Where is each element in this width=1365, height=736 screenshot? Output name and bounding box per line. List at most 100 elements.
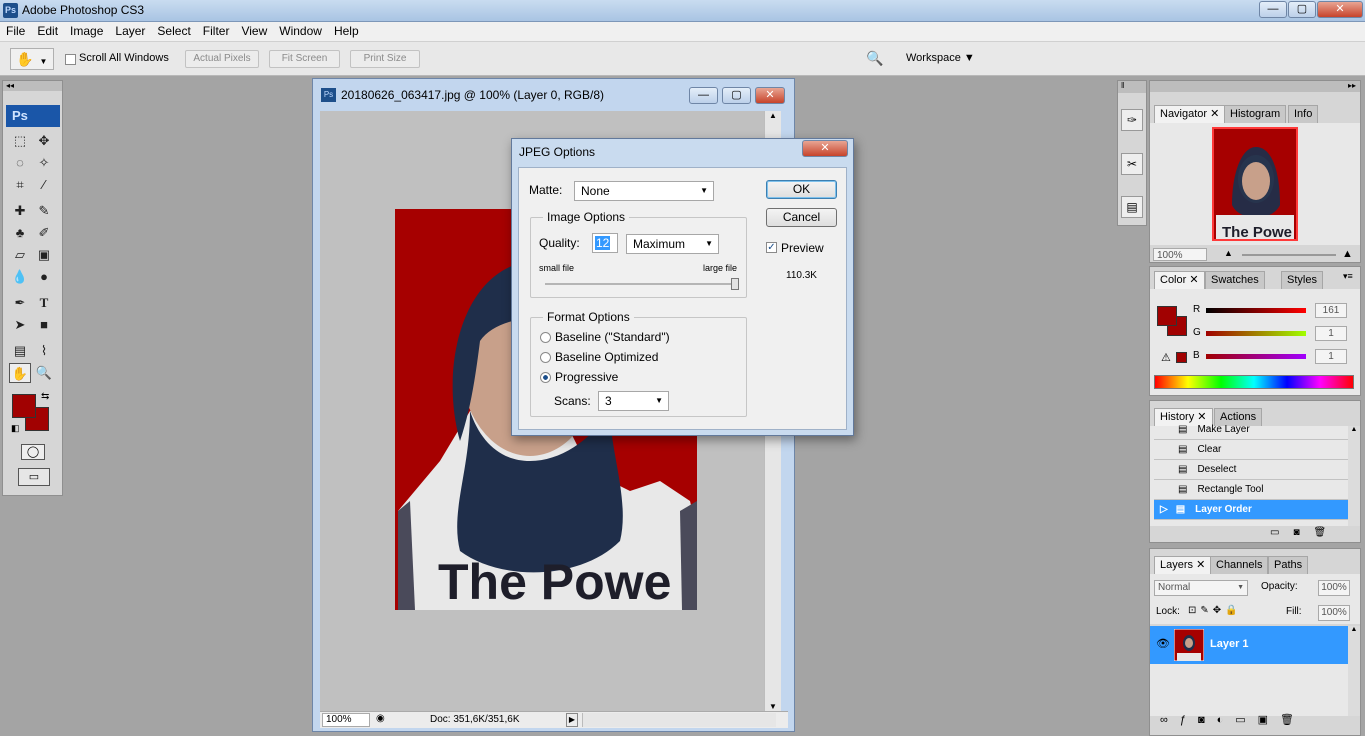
- fill-field[interactable]: 100%: [1318, 605, 1350, 621]
- healing-brush-icon[interactable]: ✚: [9, 201, 31, 221]
- type-tool-icon[interactable]: T: [33, 293, 55, 313]
- lasso-tool-icon[interactable]: ◌: [9, 153, 31, 173]
- scroll-all-windows-checkbox[interactable]: [65, 54, 76, 65]
- gamut-swatch[interactable]: [1176, 352, 1187, 363]
- restore-button[interactable]: ▢: [1288, 1, 1316, 18]
- navigator-zoom-field[interactable]: 100%: [1153, 248, 1207, 261]
- dialog-close-button[interactable]: ✕: [802, 140, 848, 157]
- quick-mask-icon[interactable]: ◯: [21, 444, 45, 460]
- menu-select[interactable]: Select: [151, 22, 196, 41]
- ok-button[interactable]: OK: [766, 180, 837, 199]
- zoom-field[interactable]: 100%: [322, 713, 370, 727]
- screen-mode-icon[interactable]: ▭: [18, 468, 50, 486]
- workspace-menu[interactable]: Workspace ▼: [906, 52, 975, 64]
- gradient-tool-icon[interactable]: ▣: [33, 245, 55, 265]
- foreground-color-swatch[interactable]: [12, 394, 36, 418]
- history-brush-icon[interactable]: ✐: [33, 223, 55, 243]
- brushes-panel-icon[interactable]: ✑: [1121, 109, 1143, 131]
- magic-wand-icon[interactable]: ✧: [33, 153, 55, 173]
- swap-colors-icon[interactable]: ⇆: [41, 391, 49, 402]
- menu-filter[interactable]: Filter: [197, 22, 236, 41]
- tab-histogram[interactable]: Histogram: [1224, 105, 1287, 123]
- zoom-tool-icon[interactable]: 🔍: [33, 363, 55, 383]
- quality-slider-track[interactable]: [545, 283, 739, 285]
- quality-input[interactable]: 12: [592, 233, 618, 253]
- color-spectrum-ramp[interactable]: [1154, 375, 1354, 389]
- cancel-button[interactable]: Cancel: [766, 208, 837, 227]
- notes-tool-icon[interactable]: ▤: [9, 341, 31, 361]
- horizontal-scrollbar[interactable]: [582, 713, 776, 727]
- status-arrow-icon[interactable]: ▶: [566, 713, 578, 727]
- preview-checkbox[interactable]: ✓: [766, 242, 777, 253]
- panel-collapse-icon[interactable]: ▸▸: [1150, 81, 1360, 92]
- history-item[interactable]: ▤ Make Layer: [1154, 420, 1348, 440]
- menu-window[interactable]: Window: [273, 22, 328, 41]
- layer-name[interactable]: Layer 1: [1210, 638, 1249, 650]
- status-menu-icon[interactable]: ◉: [376, 713, 385, 724]
- g-slider[interactable]: [1206, 331, 1306, 336]
- b-value-field[interactable]: 1: [1315, 349, 1347, 364]
- hand-tool-icon[interactable]: ✋: [9, 363, 31, 383]
- brush-tool-icon[interactable]: ✎: [33, 201, 55, 221]
- panel-menu-icon[interactable]: ▾≡: [1343, 271, 1353, 282]
- history-item[interactable]: ▤ Clear: [1154, 440, 1348, 460]
- close-button[interactable]: ✕: [1317, 1, 1363, 18]
- print-size-button[interactable]: Print Size: [350, 50, 420, 68]
- rectangle-tool-icon[interactable]: ■: [33, 315, 55, 335]
- move-tool-icon[interactable]: ✥: [33, 131, 55, 151]
- layers-scrollbar[interactable]: ▲: [1348, 626, 1360, 716]
- tab-navigator[interactable]: Navigator ✕: [1154, 105, 1226, 123]
- color-fg-swatch[interactable]: [1157, 306, 1177, 326]
- doc-close-button[interactable]: ✕: [755, 87, 785, 104]
- layers-footer-icons[interactable]: ∞ƒ◙◐▭▣🗑: [1160, 713, 1306, 726]
- b-slider[interactable]: [1206, 354, 1306, 359]
- menu-help[interactable]: Help: [328, 22, 365, 41]
- tab-channels[interactable]: Channels: [1210, 556, 1269, 574]
- blur-tool-icon[interactable]: 💧: [9, 267, 31, 287]
- r-slider[interactable]: [1206, 308, 1306, 313]
- path-selection-icon[interactable]: ➤: [9, 315, 31, 335]
- tool-presets-icon[interactable]: ✂: [1121, 153, 1143, 175]
- history-footer-icons[interactable]: ▭◙🗑: [1270, 527, 1340, 538]
- clone-stamp-icon[interactable]: ♣: [9, 223, 31, 243]
- history-item-selected[interactable]: ▷ ▤ Layer Order: [1154, 500, 1348, 520]
- default-colors-icon[interactable]: ◧: [11, 423, 20, 434]
- quality-preset-select[interactable]: Maximum ▼: [626, 234, 719, 254]
- strip-grip-icon[interactable]: ‖: [1118, 81, 1146, 93]
- lock-icons[interactable]: ⊡✎✥🔒: [1188, 605, 1242, 616]
- scroll-down-icon[interactable]: ▼: [765, 702, 781, 711]
- progressive-radio[interactable]: [540, 372, 551, 383]
- bridge-icon[interactable]: 🔍: [862, 50, 888, 70]
- doc-minimize-button[interactable]: —: [689, 87, 718, 104]
- scans-select[interactable]: 3 ▼: [598, 391, 669, 411]
- doc-restore-button[interactable]: ▢: [722, 87, 751, 104]
- navigator-thumbnail[interactable]: The Powe: [1212, 127, 1298, 241]
- toolbox-collapse-icon[interactable]: ◂◂: [3, 81, 62, 91]
- tool-preset-picker[interactable]: ✋ ▼: [10, 48, 54, 70]
- actual-pixels-button[interactable]: Actual Pixels: [185, 50, 259, 68]
- eye-visibility-icon[interactable]: 👁: [1156, 637, 1170, 650]
- menu-view[interactable]: View: [235, 22, 273, 41]
- minimize-button[interactable]: —: [1259, 1, 1287, 18]
- menu-layer[interactable]: Layer: [109, 22, 151, 41]
- tab-swatches[interactable]: Swatches: [1205, 271, 1265, 289]
- baseline-standard-radio[interactable]: [540, 332, 551, 343]
- tab-paths[interactable]: Paths: [1268, 556, 1309, 574]
- fit-screen-button[interactable]: Fit Screen: [269, 50, 340, 68]
- g-value-field[interactable]: 1: [1315, 326, 1347, 341]
- marquee-tool-icon[interactable]: ⬚: [9, 131, 31, 151]
- quality-slider-thumb[interactable]: [731, 278, 739, 290]
- crop-tool-icon[interactable]: ⌗: [9, 175, 31, 195]
- tab-layers[interactable]: Layers ✕: [1154, 556, 1212, 574]
- matte-select[interactable]: None ▼: [574, 181, 714, 201]
- menu-edit[interactable]: Edit: [31, 22, 64, 41]
- eraser-tool-icon[interactable]: ▱: [9, 245, 31, 265]
- tab-styles[interactable]: Styles: [1281, 271, 1323, 289]
- r-value-field[interactable]: 161: [1315, 303, 1347, 318]
- scroll-up-icon[interactable]: ▲: [765, 111, 781, 120]
- zoom-out-icon[interactable]: ▲: [1224, 248, 1233, 258]
- layer-row-selected[interactable]: 👁 Layer 1: [1150, 626, 1348, 664]
- menu-image[interactable]: Image: [64, 22, 109, 41]
- history-item[interactable]: ▤ Deselect: [1154, 460, 1348, 480]
- tab-color[interactable]: Color ✕: [1154, 271, 1205, 289]
